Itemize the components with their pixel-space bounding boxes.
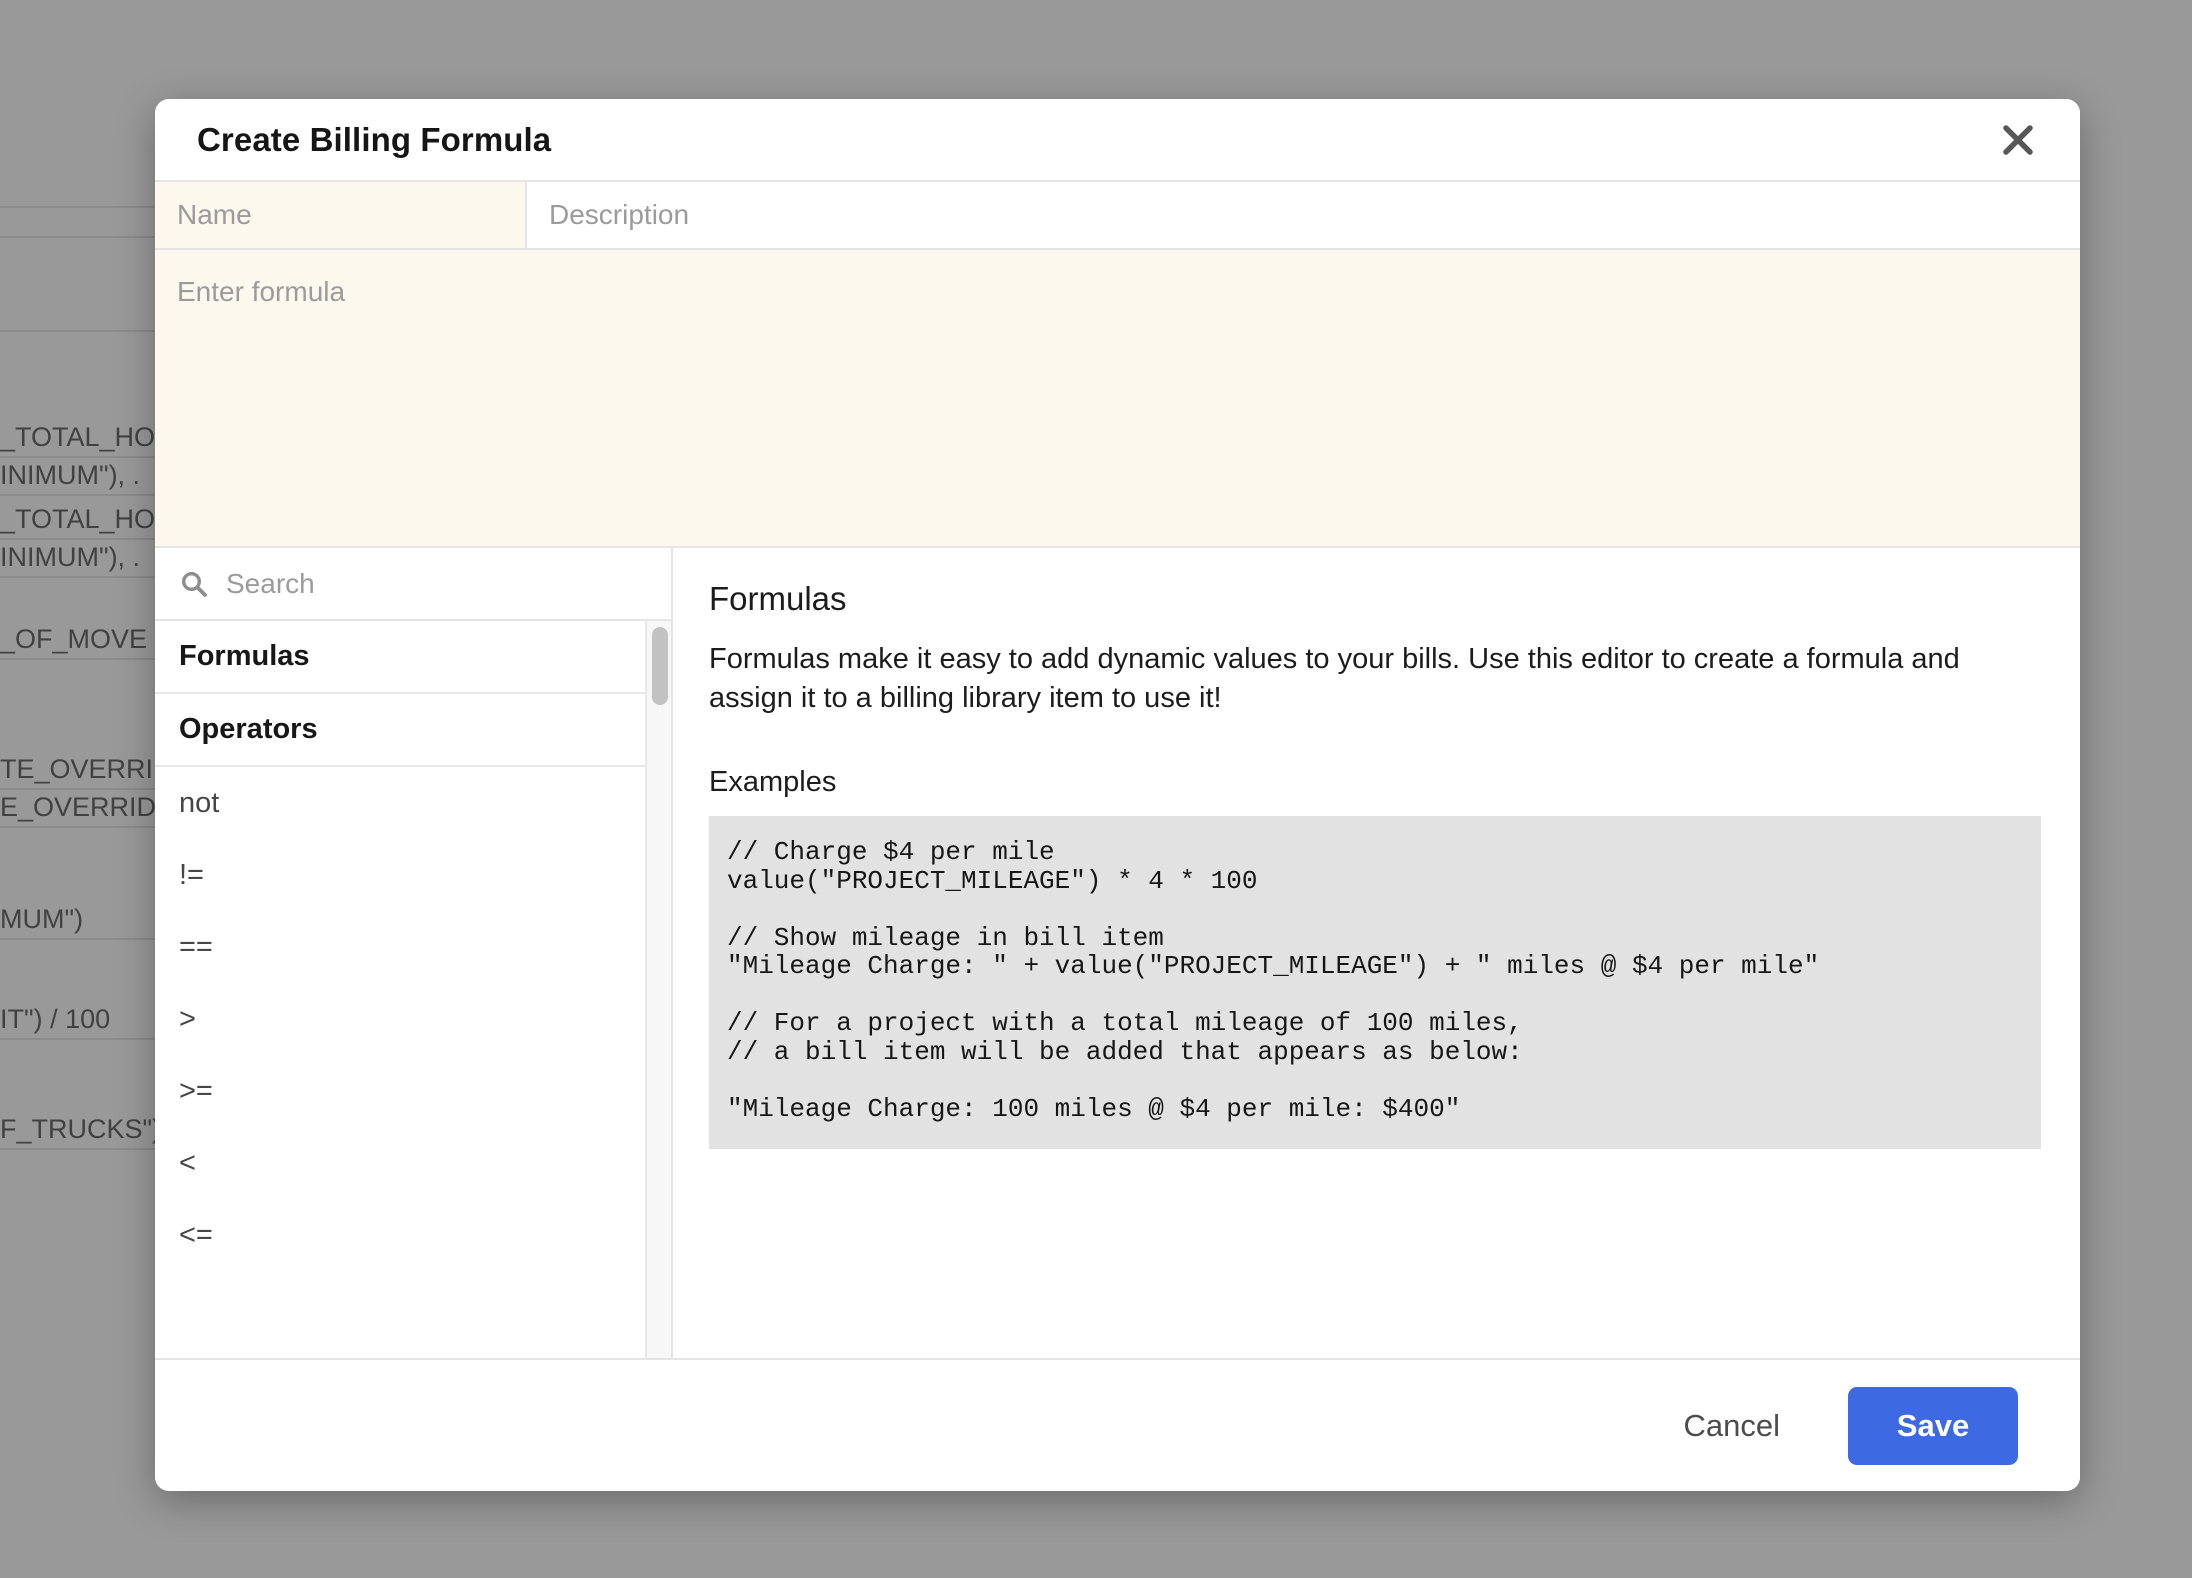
list-item-label: not — [179, 786, 220, 819]
list-item[interactable]: Operators — [155, 694, 645, 767]
formula-meta-row: Name Description — [155, 182, 2080, 250]
list-item[interactable]: != — [155, 839, 645, 911]
list-item[interactable]: == — [155, 911, 645, 983]
list-item[interactable]: Formulas — [155, 621, 645, 694]
page-title: Create Billing Formula — [197, 120, 552, 158]
examples-label: Examples — [709, 766, 837, 798]
scrollbar-thumb[interactable] — [652, 627, 668, 705]
name-input-placeholder: Name — [177, 199, 252, 230]
search-input[interactable]: Search — [155, 548, 671, 621]
cancel-button[interactable]: Cancel — [1658, 1394, 1807, 1458]
reference-list-wrap: Formulas Operators not != == > >= < <= — [155, 621, 671, 1358]
examples-code-block: // Charge $4 per mile value("PROJECT_MIL… — [709, 816, 2041, 1149]
list-item[interactable]: not — [155, 767, 645, 839]
doc-title: Formulas — [709, 580, 847, 617]
documentation-panel: Formulas Formulas make it easy to add dy… — [673, 548, 2080, 1358]
search-icon — [179, 569, 209, 599]
close-icon[interactable] — [1992, 114, 2044, 166]
doc-description: Formulas make it easy to add dynamic val… — [709, 643, 1960, 714]
reference-list: Formulas Operators not != == > >= < <= — [155, 621, 645, 1358]
list-item[interactable]: < — [155, 1127, 645, 1199]
list-item-label: <= — [179, 1218, 213, 1251]
description-input-placeholder: Description — [549, 199, 690, 230]
list-item-label: < — [179, 1146, 196, 1179]
description-input[interactable]: Description — [527, 182, 2080, 248]
save-button[interactable]: Save — [1848, 1386, 2018, 1465]
formula-editor-input[interactable]: Enter formula — [155, 250, 2080, 548]
dialog-header: Create Billing Formula — [155, 99, 2080, 182]
list-item-label: == — [179, 930, 213, 963]
list-item[interactable]: >= — [155, 1055, 645, 1127]
list-item-label: > — [179, 1002, 196, 1035]
list-item[interactable]: <= — [155, 1199, 645, 1271]
reference-sidebar: Search Formulas Operators not != == > >= < <= — [155, 548, 673, 1358]
formula-editor-placeholder: Enter formula — [177, 276, 346, 307]
list-item-label: Operators — [179, 713, 318, 745]
list-item-label: >= — [179, 1074, 213, 1107]
dialog-body: Search Formulas Operators not != == > >= < <= Fo… — [155, 548, 2080, 1360]
create-billing-formula-dialog: Create Billing Formula Name Description … — [155, 99, 2080, 1491]
list-item[interactable]: > — [155, 983, 645, 1055]
list-item-label: != — [179, 858, 204, 891]
dialog-footer: Cancel Save — [155, 1360, 2080, 1491]
reference-list-scrollbar[interactable] — [645, 621, 671, 1358]
search-input-placeholder: Search — [226, 567, 315, 599]
name-input[interactable]: Name — [155, 182, 527, 248]
list-item-label: Formulas — [179, 640, 310, 672]
